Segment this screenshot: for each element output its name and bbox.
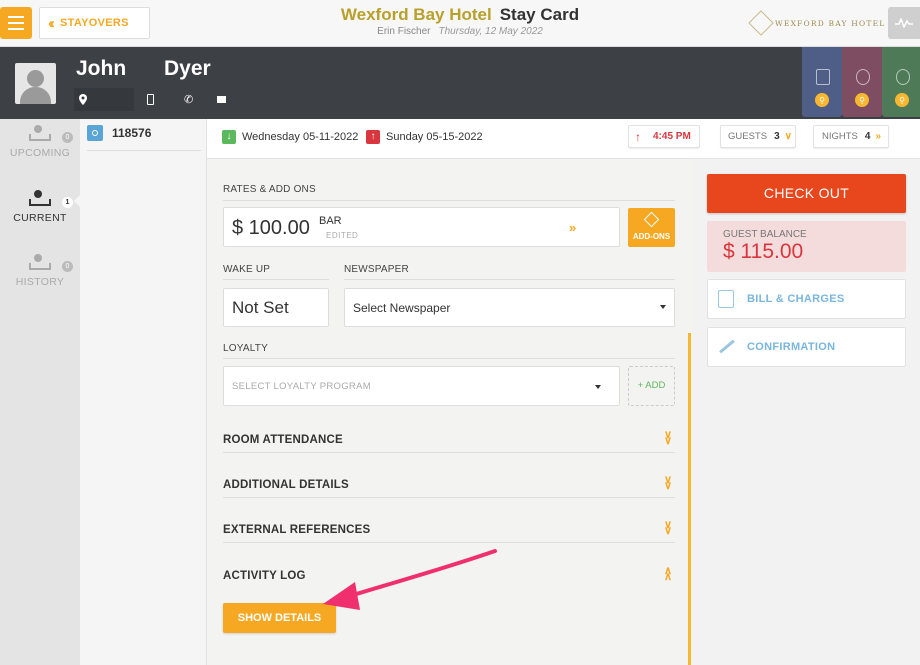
guests-selector[interactable]: GUESTS 3 ∨ [720, 125, 796, 148]
chevron-double-right-icon: » [875, 131, 882, 142]
bill-and-charges-button[interactable]: BILL & CHARGES [707, 279, 906, 319]
nav-item-history[interactable]: HISTORY 0 [0, 254, 80, 288]
newspaper-label: NEWSPAPER [344, 264, 409, 275]
nights-selector[interactable]: NIGHTS 4 » [813, 125, 889, 148]
location-icon [79, 94, 87, 105]
brand-text: WEXFORD BAY HOTEL [775, 18, 886, 28]
maple-leaf-icon [748, 10, 774, 36]
caret-down-icon [595, 385, 601, 389]
wake-up-label: WAKE UP [223, 264, 271, 275]
chevron-double-down-icon[interactable]: ∨ ∨ [664, 430, 672, 447]
rates-section-label: RATES & ADD ONS [223, 184, 316, 195]
mail-icon[interactable] [217, 96, 227, 103]
rate-field[interactable]: $ 100.00 BAR EDITED » [223, 207, 620, 247]
activity-button[interactable] [888, 7, 920, 39]
chevron-up-icon[interactable]: ∧ ∧ [664, 566, 672, 583]
stay-dates-bar: ↓ Wednesday 05-11-2022 ↑ Sunday 05-15-20… [207, 119, 920, 159]
group-icon [896, 69, 910, 85]
rate-amount: $ 100.00 [232, 217, 310, 239]
list-item[interactable]: 118576 [87, 125, 201, 151]
hotel-name: Wexford Bay Hotel [340, 5, 492, 24]
stack-icon [643, 211, 660, 228]
guest-contact: ✆ [74, 88, 227, 111]
mobile-icon[interactable] [147, 94, 154, 105]
activity-icon [895, 18, 913, 28]
nav-count-badge: 1 [62, 197, 73, 208]
bed-icon [29, 125, 51, 141]
newspaper-select[interactable]: Select Newspaper [344, 288, 675, 327]
reservation-list: 118576 [80, 119, 207, 665]
show-details-button[interactable]: SHOW DETAILS [223, 603, 336, 633]
avatar[interactable] [15, 63, 56, 104]
magnify-icon: ⚲ [895, 93, 909, 107]
stay-nav: UPCOMING 0 CURRENT 1 HISTORY 0 [0, 119, 81, 665]
card-tabs: ⚲ ⚲ ⚲ [802, 47, 920, 119]
bed-icon [29, 254, 51, 270]
balance-amount: $ 115.00 [723, 240, 804, 263]
rate-code: BAR [319, 215, 342, 227]
loyalty-select[interactable]: SELECT LOYALTY PROGRAM [223, 366, 620, 406]
accordion-room-attendance[interactable]: ROOM ATTENDANCE [223, 434, 343, 446]
scrollbar[interactable] [688, 333, 691, 665]
magnify-icon: ⚲ [855, 93, 869, 107]
business-date: Thursday, 12 May 2022 [438, 26, 543, 37]
loyalty-label: LOYALTY [223, 343, 268, 354]
user-name: Erin Fischer [377, 26, 431, 37]
arrow-up-icon: ↑ [366, 130, 380, 144]
chevron-double-down-icon[interactable]: ∨ ∨ [664, 475, 672, 492]
phone-icon[interactable]: ✆ [184, 93, 193, 106]
arrival-date[interactable]: ↓ Wednesday 05-11-2022 [222, 130, 358, 144]
calculator-icon [718, 290, 734, 308]
chevron-double-right-icon: » [569, 220, 577, 235]
guest-first-name[interactable]: John [76, 57, 126, 81]
guest-last-name[interactable]: Dyer [164, 57, 211, 81]
chevron-double-down-icon: ∨ [784, 131, 792, 142]
rate-status: EDITED [326, 231, 359, 240]
add-ons-button[interactable]: ADD-ONS [628, 208, 675, 247]
confirmation-button[interactable]: CONFIRMATION [707, 327, 906, 367]
guest-header: John Dyer ✆ ⚲ ⚲ ⚲ [0, 47, 920, 119]
hotel-brand: WEXFORD BAY HOTEL [748, 10, 886, 36]
nav-count-badge: 0 [62, 261, 73, 272]
caret-down-icon [660, 305, 666, 309]
wake-up-field[interactable]: Not Set [223, 288, 329, 327]
accordion-additional-details[interactable]: ADDITIONAL DETAILS [223, 479, 349, 491]
card-tab-group[interactable]: ⚲ [882, 47, 920, 117]
add-loyalty-button[interactable]: + ADD [628, 366, 675, 406]
reservation-icon [87, 125, 103, 141]
nav-count-badge: 0 [62, 132, 73, 143]
bed-icon [29, 190, 51, 206]
accordion-activity-log[interactable]: ACTIVITY LOG [223, 570, 306, 582]
arrow-down-icon: ↓ [222, 130, 236, 144]
reservation-number: 118576 [112, 126, 152, 140]
check-out-button[interactable]: CHECK OUT [707, 174, 906, 213]
departure-date[interactable]: ↑ Sunday 05-15-2022 [366, 130, 483, 144]
location-field[interactable] [74, 88, 134, 111]
nav-item-upcoming[interactable]: UPCOMING 0 [0, 125, 80, 159]
card-tab-company[interactable]: ⚲ [802, 47, 842, 117]
building-icon [816, 69, 830, 85]
nav-item-current[interactable]: CURRENT 1 [0, 190, 80, 224]
departure-time[interactable]: ↑ 4:45 PM [628, 125, 700, 148]
top-bar: ‹‹ STAYOVERS Wexford Bay Hotel Stay Card … [0, 0, 920, 47]
accordion-external-references[interactable]: EXTERNAL REFERENCES [223, 524, 370, 536]
chevron-double-down-icon[interactable]: ∨ ∨ [664, 520, 672, 537]
card-tab-travel-agent[interactable]: ⚲ [842, 47, 882, 117]
page-title: Stay Card [499, 5, 580, 24]
wand-icon [719, 339, 735, 354]
guest-balance[interactable]: GUEST BALANCE $ 115.00 [707, 221, 906, 272]
globe-icon [856, 69, 870, 85]
arrow-up-icon: ↑ [635, 129, 641, 144]
magnify-icon: ⚲ [815, 93, 829, 107]
